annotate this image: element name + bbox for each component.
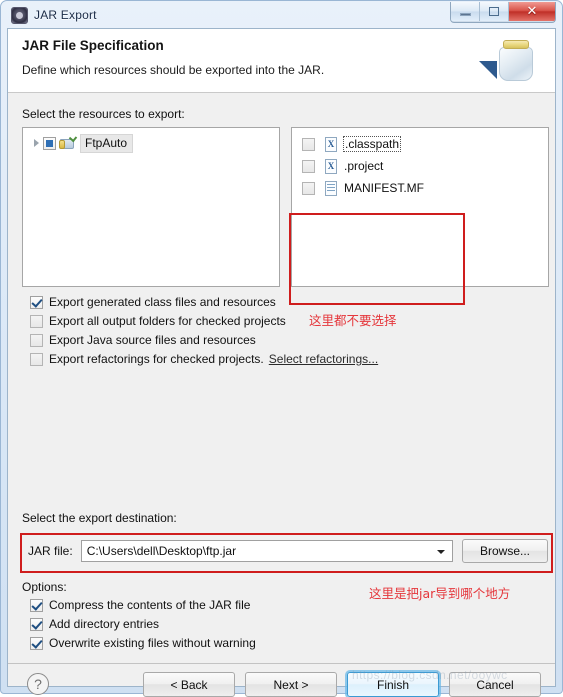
jar-file-label: JAR file: — [28, 544, 73, 558]
file-label-project: .project — [344, 159, 384, 173]
tree-item-ftpauto[interactable]: FtpAuto — [30, 133, 279, 153]
jar-file-combo[interactable]: C:\Users\dell\Desktop\ftp.jar — [80, 540, 453, 562]
dialog-banner: JAR File Specification Define which reso… — [8, 29, 555, 93]
window-controls: ✕ — [450, 2, 556, 23]
checkbox-indicator[interactable] — [30, 333, 43, 347]
maximize-button[interactable] — [480, 2, 509, 21]
checkbox-label: Add directory entries — [49, 617, 160, 631]
title-bar[interactable]: JAR Export ✕ — [7, 2, 556, 28]
checkbox-indicator[interactable] — [30, 636, 43, 650]
xml-file-icon: X — [324, 158, 338, 174]
file-label-classpath: .classpath — [342, 136, 402, 152]
file-label-manifest: MANIFEST.MF — [344, 181, 424, 195]
list-item[interactable]: X .project — [302, 155, 548, 177]
browse-button[interactable]: Browse... — [462, 539, 548, 563]
close-icon: ✕ — [526, 4, 538, 19]
annotation-text-jar: 这里是把jar导到哪个地方 — [369, 586, 511, 601]
checkbox-export-java-source-files[interactable]: Export Java source files and resources — [30, 333, 378, 347]
tree-item-label: FtpAuto — [80, 133, 134, 153]
jar-file-input[interactable]: C:\Users\dell\Desktop\ftp.jar — [87, 544, 236, 558]
checkbox-compress-contents[interactable]: Compress the contents of the JAR file — [30, 598, 256, 612]
close-button[interactable]: ✕ — [509, 2, 555, 21]
resource-tree[interactable]: FtpAuto — [22, 127, 280, 287]
list-item[interactable]: MANIFEST.MF — [302, 177, 548, 199]
jar-body-shape — [499, 47, 533, 81]
checkbox-export-generated-class-files[interactable]: Export generated class files and resourc… — [30, 295, 378, 309]
file-checkbox-manifest[interactable] — [302, 181, 315, 195]
window-title: JAR Export — [34, 8, 97, 22]
dialog-client-area: JAR File Specification Define which reso… — [7, 28, 556, 697]
export-options-group: Export generated class files and resourc… — [30, 295, 378, 371]
text-file-icon — [324, 180, 338, 196]
checkbox-label: Compress the contents of the JAR file — [49, 598, 251, 612]
options-group: Compress the contents of the JAR file Ad… — [30, 598, 256, 655]
banner-artwork — [463, 29, 549, 92]
checkbox-indicator[interactable] — [30, 295, 43, 309]
resource-files-list[interactable]: X .classpath X .project MANIFEST.MF — [291, 127, 549, 287]
jar-export-icon — [11, 6, 28, 24]
list-item[interactable]: X .classpath — [302, 133, 548, 155]
chevron-right-icon[interactable] — [30, 137, 43, 150]
back-button[interactable]: < Back — [143, 672, 235, 697]
jar-file-row: JAR file: C:\Users\dell\Desktop\ftp.jar … — [28, 537, 548, 565]
checkbox-label: Overwrite existing files without warning — [49, 636, 256, 650]
java-project-icon — [59, 133, 78, 151]
chevron-down-icon[interactable] — [437, 550, 445, 554]
minimize-icon — [459, 12, 471, 16]
file-checkbox-classpath[interactable] — [302, 137, 315, 151]
xml-file-icon: X — [324, 136, 338, 152]
checkbox-label: Export Java source files and resources — [49, 333, 256, 347]
checkbox-label: Export generated class files and resourc… — [49, 295, 276, 309]
banner-triangle-icon — [479, 61, 497, 79]
help-icon[interactable]: ? — [27, 673, 49, 695]
file-checkbox-project[interactable] — [302, 159, 315, 173]
jar-jar-icon — [499, 37, 533, 81]
select-refactorings-link[interactable]: Select refactorings... — [269, 352, 378, 366]
minimize-button[interactable] — [451, 2, 480, 21]
jar-lid-shape — [503, 40, 529, 49]
tree-item-checkbox[interactable] — [43, 136, 56, 150]
maximize-icon — [489, 7, 499, 16]
checkbox-indicator[interactable] — [30, 617, 43, 631]
checkbox-overwrite-existing-files[interactable]: Overwrite existing files without warning — [30, 636, 256, 650]
checkbox-indicator[interactable] — [30, 598, 43, 612]
checkbox-indicator[interactable] — [30, 314, 43, 328]
checkbox-add-directory-entries[interactable]: Add directory entries — [30, 617, 256, 631]
jar-export-dialog: JAR Export ✕ JAR File Specification Defi… — [0, 0, 563, 697]
annotation-text-files: 这里都不要选择 — [309, 313, 397, 328]
next-button[interactable]: Next > — [245, 672, 337, 697]
options-label: Options: — [22, 580, 67, 594]
checkbox-label: Export refactorings for checked projects… — [49, 352, 264, 366]
checkbox-indicator[interactable] — [30, 352, 43, 366]
watermark: https://blog.csdn.net/ooywc — [352, 668, 508, 682]
checkbox-label: Export all output folders for checked pr… — [49, 314, 286, 328]
checkbox-export-refactorings[interactable]: Export refactorings for checked projects… — [30, 352, 378, 366]
destination-label: Select the export destination: — [22, 511, 177, 525]
resources-label: Select the resources to export: — [22, 107, 185, 121]
